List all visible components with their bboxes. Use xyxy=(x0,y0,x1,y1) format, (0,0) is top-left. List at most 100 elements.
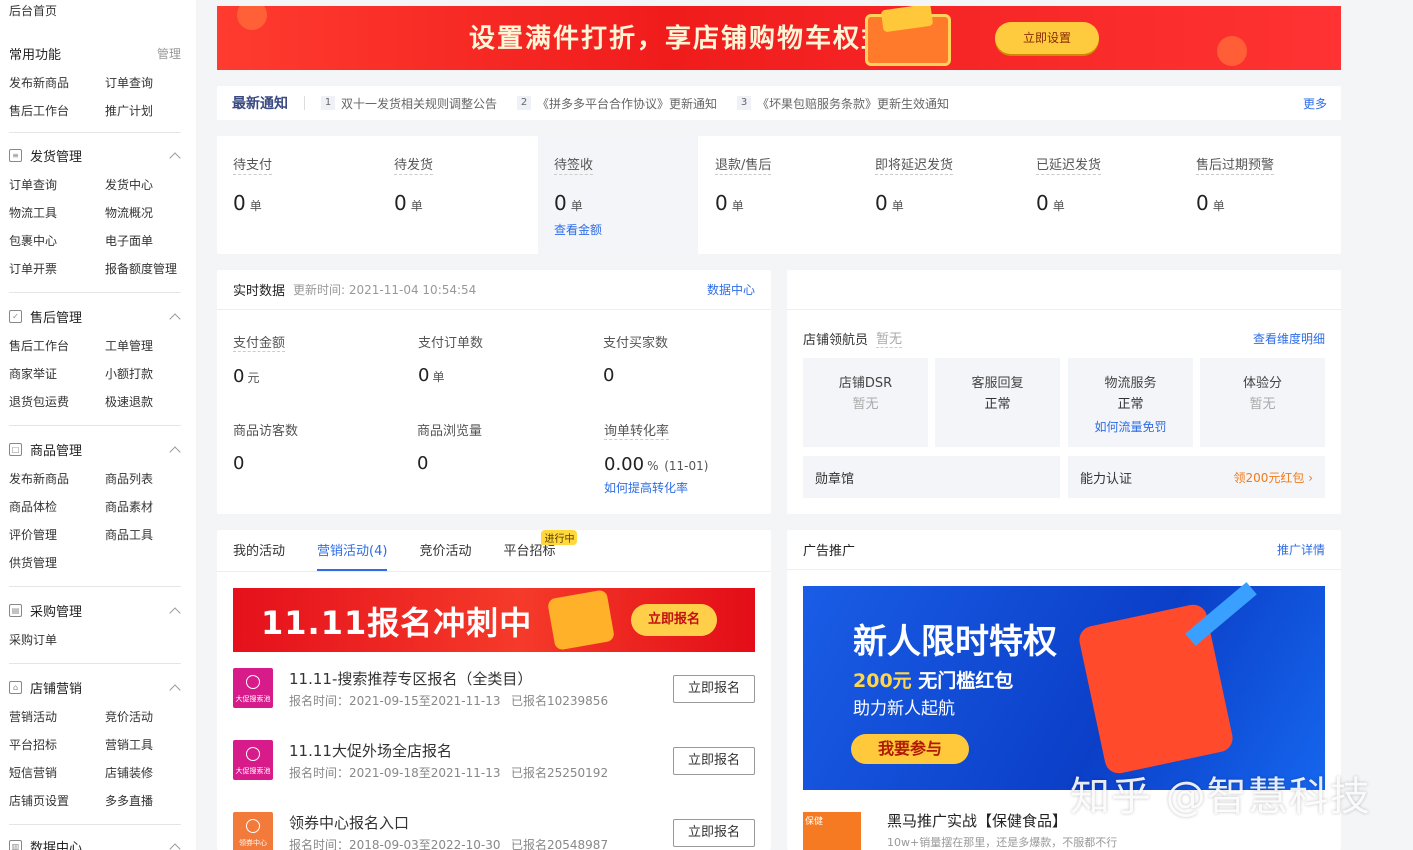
sidebar-item[interactable]: 评价管理 xyxy=(9,521,105,549)
metric-conversion-rate: 询单转化率 0.00% (11-01) 如何提高转化率 xyxy=(604,420,774,496)
notice-item[interactable]: 1 双十一发货相关规则调整公告 xyxy=(321,95,497,112)
order-stat-aftersale-expiry[interactable]: 售后过期预警 0单 xyxy=(1180,136,1340,254)
order-stat-delayed[interactable]: 已延迟发货 0单 xyxy=(1020,136,1180,254)
sidebar-common-section: 常用功能 管理 发布新商品 订单查询 售后工作台 推广计划 xyxy=(9,41,181,125)
list-icon: ≡ xyxy=(9,148,22,162)
notice-more-link[interactable]: 更多 xyxy=(1303,95,1327,112)
sidebar-item[interactable]: 包裹中心 xyxy=(9,227,105,255)
ability-cert-entry[interactable]: 能力认证 领200元红包 › xyxy=(1068,456,1325,498)
banner-title: 设置满件打折，享店铺购物车权益 xyxy=(469,24,890,54)
sidebar-item[interactable]: 极速退款 xyxy=(105,388,181,416)
signup-button[interactable]: 立即报名 xyxy=(673,819,755,847)
sidebar-item[interactable]: 售后工作台 xyxy=(9,97,105,125)
order-stat-pending-shipment[interactable]: 待发货 0单 xyxy=(378,136,538,254)
sidebar-item[interactable]: 售后工作台 xyxy=(9,332,105,360)
coupon-center-icon: 领券中心 xyxy=(233,812,273,850)
sidebar-item[interactable]: 物流工具 xyxy=(9,199,105,227)
sidebar-item[interactable]: 推广计划 xyxy=(105,97,181,125)
search-pool-icon: 大促搜索池 xyxy=(233,668,273,708)
box-icon: □ xyxy=(9,442,22,456)
metric-pay-amount: 支付金额 0元 xyxy=(233,332,403,387)
promo-signup-button[interactable]: 立即报名 xyxy=(631,604,717,636)
signup-button[interactable]: 立即报名 xyxy=(673,747,755,775)
join-button[interactable]: 我要参与 xyxy=(851,734,969,764)
tab-platform-bidding[interactable]: 平台招标 进行中 xyxy=(503,530,578,571)
sidebar-item[interactable]: 短信营销 xyxy=(9,759,105,787)
promo-banner[interactable]: 11.11报名冲刺中 立即报名 xyxy=(233,588,755,652)
promotion-detail-link[interactable]: 推广详情 xyxy=(1277,541,1325,558)
panel-title: 实时数据 xyxy=(233,284,286,299)
chevron-up-icon[interactable] xyxy=(169,313,181,325)
sidebar-item[interactable]: 报备额度管理 xyxy=(105,255,181,283)
order-stat-pending-payment[interactable]: 待支付 0单 xyxy=(217,136,377,254)
chevron-up-icon[interactable] xyxy=(169,607,181,619)
sidebar-item[interactable]: 小额打款 xyxy=(105,360,181,388)
sidebar-item[interactable]: 店铺页设置 xyxy=(9,787,105,815)
manage-link[interactable]: 管理 xyxy=(157,45,181,62)
sidebar-data-section: ▥ 数据中心 xyxy=(9,834,181,850)
sidebar-item[interactable]: 订单查询 xyxy=(9,171,105,199)
notice-item[interactable]: 2 《拼多多平台合作协议》更新通知 xyxy=(517,95,717,112)
view-dimension-detail-link[interactable]: 查看维度明细 xyxy=(1253,330,1325,347)
chevron-up-icon[interactable] xyxy=(169,843,181,850)
chevron-up-icon[interactable] xyxy=(169,446,181,458)
order-stat-pending-receipt[interactable]: 待签收 0单 查看金额 xyxy=(538,136,698,254)
chevron-up-icon[interactable] xyxy=(169,684,181,696)
sidebar-item[interactable]: 商品工具 xyxy=(105,521,181,549)
sidebar-item[interactable]: 商品体检 xyxy=(9,493,105,521)
signup-button[interactable]: 立即报名 xyxy=(673,675,755,703)
sidebar-item[interactable]: 退货包运费 xyxy=(9,388,105,416)
section-title: 采购管理 xyxy=(30,604,83,620)
improve-conversion-link[interactable]: 如何提高转化率 xyxy=(604,479,774,496)
sidebar-item[interactable]: 商家举证 xyxy=(9,360,105,388)
divider xyxy=(9,824,181,825)
sidebar-item[interactable]: 商品素材 xyxy=(105,493,181,521)
section-title: 商品管理 xyxy=(30,443,83,459)
sidebar-item[interactable]: 物流概况 xyxy=(105,199,181,227)
sidebar-item[interactable]: 供货管理 xyxy=(9,549,105,577)
sidebar-item[interactable]: 发货中心 xyxy=(105,171,181,199)
sidebar-item[interactable]: 订单开票 xyxy=(9,255,105,283)
sidebar-shipping-section: ≡ 发货管理 订单查询 发货中心 物流工具 物流概况 包裹中心 电子面单 订单开… xyxy=(9,143,181,283)
sidebar-item[interactable]: 竞价活动 xyxy=(105,703,181,731)
divider xyxy=(9,586,181,587)
sidebar-item[interactable]: 采购订单 xyxy=(9,626,105,654)
order-stat-refund[interactable]: 退款/售后 0单 xyxy=(699,136,859,254)
notice-item[interactable]: 3 《坏果包赔服务条款》更新生效通知 xyxy=(737,95,949,112)
sidebar-item[interactable]: 电子面单 xyxy=(105,227,181,255)
view-amount-link[interactable]: 查看金额 xyxy=(554,221,698,238)
tab-my-activities[interactable]: 我的活动 xyxy=(233,540,285,571)
claim-redpacket-link[interactable]: 领200元红包 › xyxy=(1233,469,1313,486)
tab-marketing-activities[interactable]: 营销活动(4) xyxy=(317,540,388,571)
traffic-penalty-link[interactable]: 如何流量免罚 xyxy=(1068,418,1193,435)
divider xyxy=(304,96,305,110)
sidebar-item[interactable]: 订单查询 xyxy=(105,69,181,97)
sidebar-item[interactable]: 平台招标 xyxy=(9,731,105,759)
sidebar-home-link[interactable]: 后台首页 xyxy=(9,2,57,19)
tab-bidding-activities[interactable]: 竞价活动 xyxy=(419,540,471,571)
sidebar-item[interactable]: 店铺装修 xyxy=(105,759,181,787)
sidebar-item[interactable]: 工单管理 xyxy=(105,332,181,360)
chevron-up-icon[interactable] xyxy=(169,152,181,164)
sidebar-item[interactable]: 发布新商品 xyxy=(9,465,105,493)
shop-icon: ⌂ xyxy=(9,680,22,694)
order-stat-soon-delayed[interactable]: 即将延迟发货 0单 xyxy=(859,136,1019,254)
logistics-service-box: 物流服务 正常 如何流量免罚 xyxy=(1068,358,1193,447)
newcomer-ad-banner[interactable]: 新人限时特权 200元 无门槛红包 助力新人起航 我要参与 xyxy=(803,582,1325,790)
health-product-icon: 保健 xyxy=(803,812,861,850)
shop-dsr-panel: 店铺领航员 暂无 查看维度明细 店铺DSR 暂无 客服回复 正常 物流服务 正常… xyxy=(787,270,1341,514)
dsr-box: 店铺DSR 暂无 xyxy=(803,358,928,447)
in-progress-badge: 进行中 xyxy=(541,530,578,545)
top-banner[interactable]: 设置满件打折，享店铺购物车权益 立即设置 xyxy=(217,6,1341,70)
banner-setup-button[interactable]: 立即设置 xyxy=(995,22,1099,54)
medal-hall-entry[interactable]: 勋章馆 xyxy=(803,456,1060,498)
data-center-link[interactable]: 数据中心 xyxy=(707,281,755,298)
navigator-status: 暂无 xyxy=(876,328,903,348)
sidebar-item[interactable]: 商品列表 xyxy=(105,465,181,493)
sidebar-item[interactable]: 发布新商品 xyxy=(9,69,105,97)
sidebar-item[interactable]: 营销活动 xyxy=(9,703,105,731)
promo-title: 11.11报名冲刺中 xyxy=(261,604,533,642)
experience-score-box: 体验分 暂无 xyxy=(1200,358,1325,447)
sidebar-item[interactable]: 多多直播 xyxy=(105,787,181,815)
sidebar-item[interactable]: 营销工具 xyxy=(105,731,181,759)
